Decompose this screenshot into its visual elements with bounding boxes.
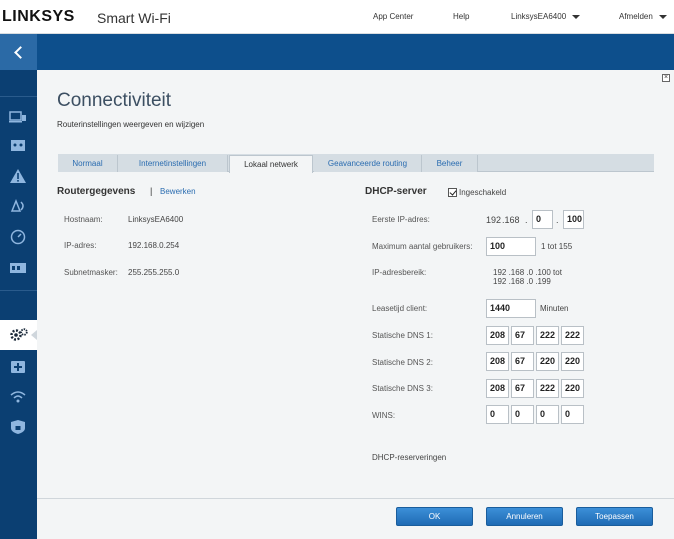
sidebar-divider: [0, 290, 37, 291]
subnet-mask-label: Subnetmasker:: [64, 268, 118, 277]
wins-octet-4-input[interactable]: 0: [561, 405, 584, 424]
first-ip-dot: .: [525, 215, 528, 225]
dns3-octet-4-input[interactable]: 220: [561, 379, 584, 398]
apply-button[interactable]: Toepassen: [576, 507, 653, 526]
lease-time-unit: Minuten: [540, 304, 569, 313]
dhcp-enabled-label: Ingeschakeld: [459, 188, 507, 197]
chevron-down-icon: [572, 14, 581, 19]
dns2-octet-1-input[interactable]: 208: [486, 352, 509, 371]
dns2-octet-4-input[interactable]: 220: [561, 352, 584, 371]
max-users-range: 1 tot 155: [541, 242, 573, 251]
dns3-octet-2-input[interactable]: 67: [511, 379, 534, 398]
max-users-label: Maximum aantal gebruikers:: [372, 242, 473, 251]
first-ip-dot: .: [556, 215, 559, 225]
page-title: Connectiviteit: [57, 90, 172, 111]
linksys-logo[interactable]: LINKSYS: [2, 8, 75, 26]
dns3-octet-3-input[interactable]: 222: [536, 379, 559, 398]
close-icon[interactable]: ×: [662, 74, 670, 82]
tab-lokaal-netwerk[interactable]: Lokaal netwerk: [229, 155, 313, 173]
blue-band: [0, 34, 674, 70]
subnet-mask-value: 255.255.255.0: [128, 268, 180, 277]
tab-normaal[interactable]: Normaal: [58, 155, 118, 172]
back-button[interactable]: [0, 34, 37, 70]
device-list-icon[interactable]: [9, 109, 27, 125]
hostname-value: LinksysEA6400: [128, 215, 184, 224]
tab-geavanceerde-routing[interactable]: Geavanceerde routing: [314, 155, 422, 172]
lease-time-input[interactable]: 1440: [486, 299, 536, 318]
dns2-octet-2-input[interactable]: 67: [511, 352, 534, 371]
security-icon[interactable]: [9, 419, 27, 435]
help-link[interactable]: Help: [453, 12, 469, 21]
first-ip-label: Eerste IP-adres:: [372, 215, 430, 224]
wins-octet-2-input[interactable]: 0: [511, 405, 534, 424]
top-header: LINKSYS Smart Wi-Fi App Center Help Link…: [0, 0, 674, 34]
wins-octet-3-input[interactable]: 0: [536, 405, 559, 424]
page-subtitle: Routerinstellingen weergeven en wijzigen: [57, 120, 205, 129]
sign-out-menu[interactable]: Afmelden: [619, 12, 667, 21]
first-ip-octet-3-input[interactable]: 0: [532, 210, 553, 229]
connectivity-gear-icon: [10, 328, 28, 341]
chevron-down-icon: [658, 14, 667, 19]
speed-check-icon[interactable]: [9, 229, 27, 245]
dns1-label: Statische DNS 1:: [372, 331, 433, 340]
tab-bar: Normaal Internetinstellingen Lokaal netw…: [58, 154, 654, 173]
dns1-octet-1-input[interactable]: 208: [486, 326, 509, 345]
sidebar-divider: [0, 96, 37, 97]
wins-label: WINS:: [372, 411, 396, 420]
router-name-menu[interactable]: LinksysEA6400: [511, 12, 581, 21]
dhcp-reservations-link[interactable]: DHCP-reserveringen: [372, 453, 446, 462]
dhcp-enabled-checkbox[interactable]: [448, 188, 457, 197]
dhcp-server-heading: DHCP-server: [365, 186, 427, 197]
footer-divider: [37, 498, 674, 499]
main-panel: × Connectiviteit Routerinstellingen weer…: [37, 70, 674, 539]
first-ip-octet-4-input[interactable]: 100: [563, 210, 584, 229]
app-center-link[interactable]: App Center: [373, 12, 413, 21]
dns3-label: Statische DNS 3:: [372, 384, 433, 393]
heading-separator: |: [150, 186, 153, 196]
cancel-button[interactable]: Annuleren: [486, 507, 563, 526]
dns1-octet-3-input[interactable]: 222: [536, 326, 559, 345]
dns2-label: Statische DNS 2:: [372, 358, 433, 367]
ip-range-label: IP-adresbereik:: [372, 268, 427, 277]
ip-address-label: IP-adres:: [64, 241, 97, 250]
ip-range-start: 192 .168 .0 .100 tot: [493, 268, 562, 277]
max-users-input[interactable]: 100: [486, 237, 536, 256]
first-ip-octet-1: 192: [486, 215, 502, 225]
first-ip-octet-2: .168: [502, 215, 520, 225]
ok-button[interactable]: OK: [396, 507, 473, 526]
external-storage-icon[interactable]: [9, 359, 27, 375]
dns3-octet-1-input[interactable]: 208: [486, 379, 509, 398]
router-details-heading: Routergegevens: [57, 186, 136, 197]
wifi-settings-icon[interactable]: [9, 389, 27, 405]
hostname-label: Hostnaam:: [64, 215, 103, 224]
parental-controls-icon[interactable]: [9, 137, 27, 153]
wins-octet-1-input[interactable]: 0: [486, 405, 509, 424]
router-name-label: LinksysEA6400: [511, 12, 567, 21]
edit-router-link[interactable]: Bewerken: [160, 187, 196, 196]
left-sidebar: [0, 34, 37, 539]
lease-time-label: Leasetijd client:: [372, 304, 428, 313]
dns2-octet-3-input[interactable]: 220: [536, 352, 559, 371]
wireless-icon[interactable]: [9, 198, 27, 214]
chevron-left-icon: [14, 45, 27, 59]
ip-address-value: 192.168.0.254: [128, 241, 180, 250]
troubleshooting-icon[interactable]: [9, 168, 27, 184]
dns1-octet-2-input[interactable]: 67: [511, 326, 534, 345]
sign-out-label: Afmelden: [619, 12, 653, 21]
media-prioritization-icon[interactable]: [9, 260, 27, 276]
dns1-octet-4-input[interactable]: 222: [561, 326, 584, 345]
ip-range-end: 192 .168 .0 .199: [493, 277, 551, 286]
tab-beheer[interactable]: Beheer: [422, 155, 478, 172]
product-name: Smart Wi-Fi: [97, 10, 171, 26]
tab-internetinstellingen[interactable]: Internetinstellingen: [118, 155, 228, 172]
